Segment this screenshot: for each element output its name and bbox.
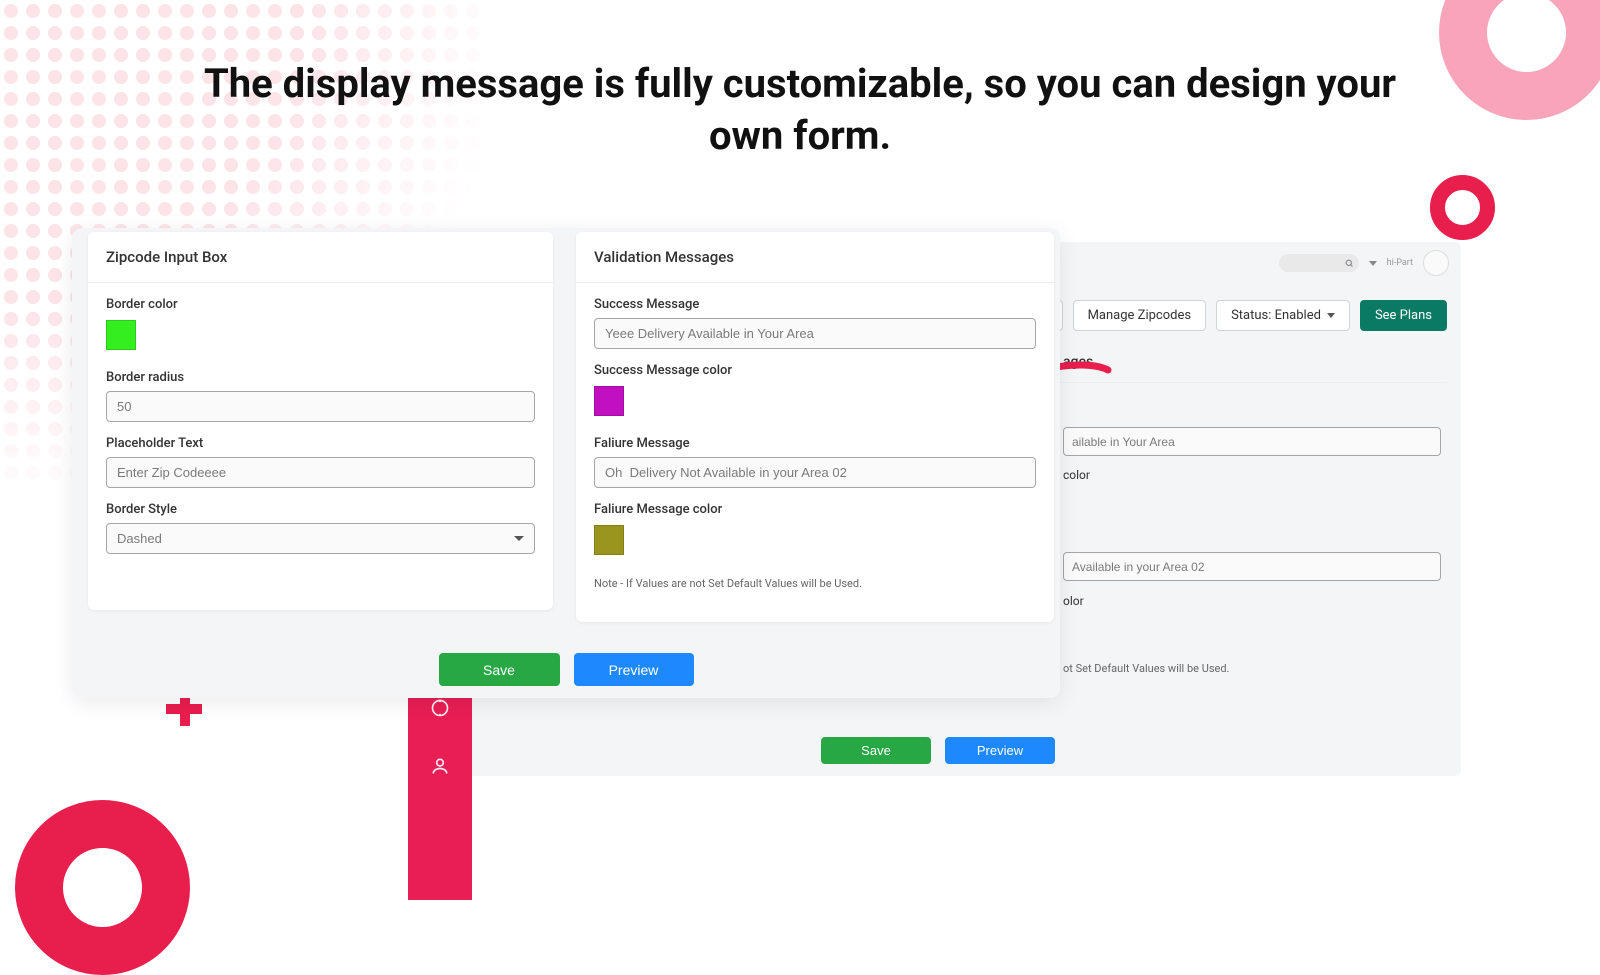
button-row: Save Preview	[72, 653, 1060, 686]
status-dropdown[interactable]: Status: Enabled	[1216, 300, 1350, 331]
save-button[interactable]: Save	[439, 653, 560, 686]
bg-failure-color-label: olor	[1063, 594, 1441, 608]
validation-messages-card: Validation Messages Success Message Succ…	[576, 232, 1054, 622]
border-style-select[interactable]: Dashed	[106, 523, 535, 554]
border-color-label: Border color	[106, 297, 535, 312]
topbar: hi-Part	[1279, 250, 1449, 276]
placeholder-text-label: Placeholder Text	[106, 436, 535, 451]
avatar[interactable]	[1423, 250, 1449, 276]
status-label: Status: Enabled	[1231, 308, 1321, 323]
search-input[interactable]	[1279, 254, 1359, 272]
note-text: Note - If Values are not Set Default Val…	[594, 577, 1036, 590]
decorative-ring-pink	[1439, 0, 1600, 120]
card-title-right: Validation Messages	[576, 232, 1054, 283]
user-icon	[430, 756, 450, 780]
bg-success-input[interactable]	[1063, 427, 1441, 456]
bg-save-button[interactable]: Save	[821, 737, 931, 764]
topbar-text: hi-Part	[1387, 258, 1413, 268]
failure-message-label: Faliure Message	[594, 436, 1036, 451]
border-radius-label: Border radius	[106, 370, 535, 385]
failure-color-swatch[interactable]	[594, 525, 624, 555]
success-message-label: Success Message	[594, 297, 1036, 312]
success-color-label: Success Message color	[594, 363, 1036, 378]
bg-note: ot Set Default Values will be Used.	[1063, 662, 1441, 675]
decorative-ring-red	[1430, 175, 1495, 240]
bg-card-title: ages	[1063, 354, 1093, 370]
search-icon	[1345, 259, 1354, 268]
bg-success-color-label: color	[1063, 468, 1441, 482]
placeholder-text-input[interactable]	[106, 457, 535, 488]
manage-zipcodes-button[interactable]: Manage Zipcodes	[1073, 300, 1207, 331]
chevron-down-icon	[1327, 313, 1335, 318]
bg-failure-input[interactable]	[1063, 552, 1441, 581]
zipcode-input-card: Zipcode Input Box Border color Border ra…	[88, 232, 553, 610]
card-title-left: Zipcode Input Box	[88, 232, 553, 283]
failure-message-input[interactable]	[594, 457, 1036, 488]
settings-panel: Zipcode Input Box Border color Border ra…	[72, 228, 1060, 698]
border-style-label: Border Style	[106, 502, 535, 517]
divider	[1053, 382, 1447, 383]
chevron-down-icon[interactable]	[1369, 261, 1377, 266]
success-color-swatch[interactable]	[594, 386, 624, 416]
action-bar: Help Manage Zipcodes Status: Enabled See…	[1006, 300, 1447, 331]
preview-button[interactable]: Preview	[574, 653, 694, 686]
compass-icon	[430, 698, 450, 722]
border-radius-input[interactable]	[106, 391, 535, 422]
decorative-ring-red-bottom	[15, 800, 190, 975]
bg-preview-button[interactable]: Preview	[945, 737, 1055, 764]
see-plans-button[interactable]: See Plans	[1360, 300, 1447, 331]
success-message-input[interactable]	[594, 318, 1036, 349]
sidebar-strip	[408, 696, 472, 900]
failure-color-label: Faliure Message color	[594, 502, 1036, 517]
bg-button-row: Save Preview	[415, 737, 1461, 764]
border-color-swatch[interactable]	[106, 320, 136, 350]
headline: The display message is fully customizabl…	[200, 58, 1400, 163]
